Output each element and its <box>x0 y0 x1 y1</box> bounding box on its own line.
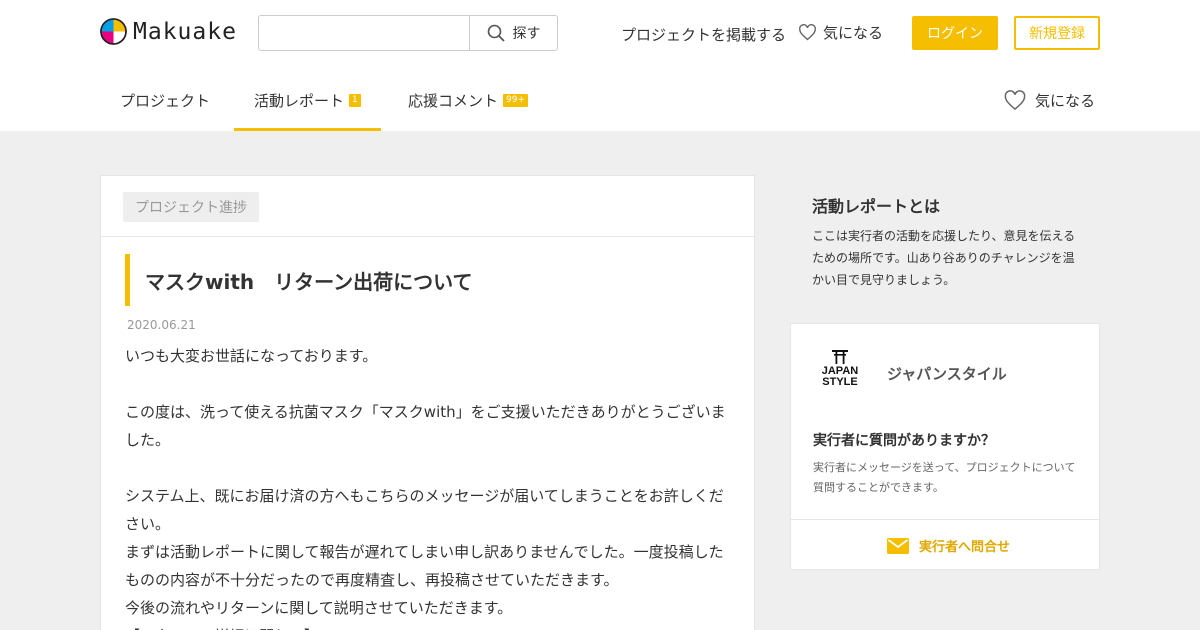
report-body: いつも大変お世話になっております。 この度は、洗って使える抗菌マスク「マスクwi… <box>125 342 731 630</box>
contact-owner-button[interactable]: 実行者へ問合せ <box>887 536 1010 555</box>
mail-icon <box>887 537 909 554</box>
activity-report-count-badge: 1 <box>349 94 361 107</box>
report-paragraph: 今後の流れやリターンに関して説明させていただきます。 <box>125 599 513 617</box>
favorites-link[interactable]: 気になる <box>798 22 883 43</box>
tab-project[interactable]: プロジェクト <box>120 90 210 131</box>
report-paragraph: まずは活動レポートに関して報告が遅れてしまい申し訳ありませんでした。一度投稿した… <box>125 543 724 589</box>
about-reports-text: ここは実行者の活動を応援したり、意見を伝えるための場所です。山あり谷ありのチャレ… <box>812 229 1076 287</box>
project-owner-card: JAPAN STYLE ジャパンスタイル 実行者に質問がありますか？ 実行者にメ… <box>790 323 1100 570</box>
favorite-button-label: 気になる <box>1035 92 1096 110</box>
title-accent-bar <box>125 254 130 306</box>
torii-gate-icon <box>832 350 848 364</box>
owner-logo-line: STYLE <box>822 376 858 388</box>
tab-comments-label: 応援コメント <box>408 92 499 110</box>
search-icon <box>487 24 505 42</box>
report-paragraph: いつも大変お世話になっております。 <box>125 347 378 365</box>
heart-icon <box>1004 90 1026 111</box>
divider <box>101 236 754 237</box>
about-reports-title: 活動レポートとは <box>812 197 941 216</box>
owner-logo[interactable]: JAPAN STYLE <box>819 350 861 398</box>
brand-name: Makuake <box>133 18 237 45</box>
report-date: 2020.06.21 <box>127 318 196 332</box>
tab-activity-report[interactable]: 活動レポート 1 <box>234 90 381 131</box>
tab-comments[interactable]: 応援コメント 99+ <box>408 90 529 131</box>
owner-logo-text: JAPAN STYLE <box>822 366 858 388</box>
heart-icon <box>799 24 816 41</box>
question-text: 実行者にメッセージを送って、プロジェクトについて質問することができます。 <box>813 461 1076 494</box>
site-header: Makuake 探す プロジェクトを掲載する 気になる ログイン 新規登録 プロ… <box>0 0 1200 131</box>
tab-project-label: プロジェクト <box>120 92 211 110</box>
tab-activity-report-label: 活動レポート <box>254 92 345 110</box>
search-button[interactable]: 探す <box>469 16 557 50</box>
owner-name[interactable]: ジャパンスタイル <box>887 363 1007 384</box>
makuake-logo[interactable]: Makuake <box>100 18 237 45</box>
login-button[interactable]: ログイン <box>912 16 998 50</box>
comments-count-badge: 99+ <box>503 94 529 107</box>
post-project-link[interactable]: プロジェクトを掲載する <box>621 24 786 45</box>
favorites-label: 気になる <box>823 24 884 42</box>
report-paragraph: この度は、洗って使える抗菌マスク「マスクwith」をご支援いただきありがとうござ… <box>125 403 726 449</box>
report-paragraph: 【リターンの詳細に関して】 <box>125 622 731 630</box>
signup-button[interactable]: 新規登録 <box>1014 16 1100 50</box>
favorite-button[interactable]: 気になる <box>1003 90 1095 111</box>
search-box: 探す <box>258 15 558 51</box>
divider <box>791 519 1099 520</box>
makuake-logo-icon <box>100 18 127 45</box>
contact-owner-label: 実行者へ問合せ <box>919 540 1011 555</box>
search-input[interactable] <box>259 16 469 50</box>
report-category-tag: プロジェクト進捗 <box>123 192 259 222</box>
activity-report-card: プロジェクト進捗 マスクwith リターン出荷について 2020.06.21 い… <box>100 175 755 630</box>
search-button-label: 探す <box>512 26 541 42</box>
report-paragraph: システム上、既にお届け済の方へもこちらのメッセージが届いてしまうことをお許しくだ… <box>125 487 724 533</box>
question-title: 実行者に質問がありますか？ <box>813 433 995 449</box>
report-title: マスクwith リターン出荷について <box>145 270 473 294</box>
